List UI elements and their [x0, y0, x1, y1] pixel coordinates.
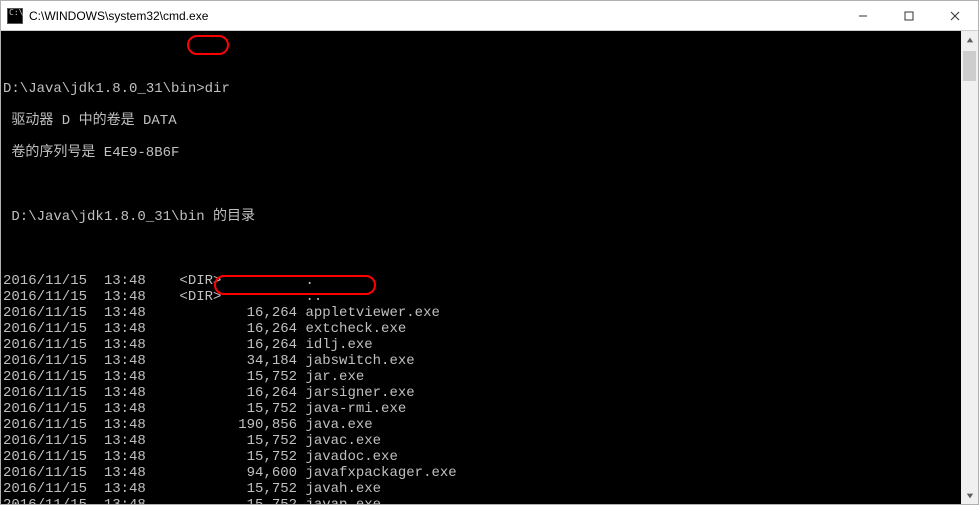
- titlebar[interactable]: C:\ C:\WINDOWS\system32\cmd.exe: [1, 1, 978, 31]
- dir-entry: 2016/11/15 13:48 15,752 java-rmi.exe: [3, 401, 978, 417]
- prompt-line: D:\Java\jdk1.8.0_31\bin>dir: [3, 81, 978, 97]
- dir-entry: 2016/11/15 13:48 <DIR> .: [3, 273, 978, 289]
- blank-line: [3, 49, 978, 65]
- close-button[interactable]: [932, 1, 978, 31]
- volume-line: 驱动器 D 中的卷是 DATA: [3, 113, 978, 129]
- prompt-path: D:\Java\jdk1.8.0_31\bin>: [3, 81, 205, 97]
- dir-entry: 2016/11/15 13:48 16,264 appletviewer.exe: [3, 305, 978, 321]
- dir-entry: 2016/11/15 13:48 16,264 idlj.exe: [3, 337, 978, 353]
- scrollbar[interactable]: [961, 31, 978, 504]
- maximize-button[interactable]: [886, 1, 932, 31]
- dir-entry: 2016/11/15 13:48 190,856 java.exe: [3, 417, 978, 433]
- blank-line: [3, 177, 978, 193]
- scroll-up-button[interactable]: [961, 31, 978, 48]
- dir-entry: 2016/11/15 13:48 <DIR> ..: [3, 289, 978, 305]
- dir-entry: 2016/11/15 13:48 15,752 javac.exe: [3, 433, 978, 449]
- blank-line: [3, 241, 978, 257]
- dir-entry: 2016/11/15 13:48 94,600 javafxpackager.e…: [3, 465, 978, 481]
- minimize-button[interactable]: [840, 1, 886, 31]
- dir-entry: 2016/11/15 13:48 34,184 jabswitch.exe: [3, 353, 978, 369]
- scroll-down-button[interactable]: [961, 487, 978, 504]
- scroll-thumb[interactable]: [963, 51, 976, 81]
- dirof-line: D:\Java\jdk1.8.0_31\bin 的目录: [3, 209, 978, 225]
- window-title: C:\WINDOWS\system32\cmd.exe: [29, 9, 208, 23]
- serial-line: 卷的序列号是 E4E9-8B6F: [3, 145, 978, 161]
- dir-entry: 2016/11/15 13:48 15,752 javah.exe: [3, 481, 978, 497]
- dir-entry: 2016/11/15 13:48 15,752 javadoc.exe: [3, 449, 978, 465]
- dir-entry: 2016/11/15 13:48 16,264 jarsigner.exe: [3, 385, 978, 401]
- dir-entry: 2016/11/15 13:48 16,264 extcheck.exe: [3, 321, 978, 337]
- dir-entry: 2016/11/15 13:48 15,752 javap.exe: [3, 497, 978, 504]
- dir-entry: 2016/11/15 13:48 15,752 jar.exe: [3, 369, 978, 385]
- terminal-output[interactable]: D:\Java\jdk1.8.0_31\bin>dir 驱动器 D 中的卷是 D…: [1, 31, 978, 504]
- command-text: dir: [205, 81, 230, 97]
- cmd-icon: C:\: [7, 8, 23, 24]
